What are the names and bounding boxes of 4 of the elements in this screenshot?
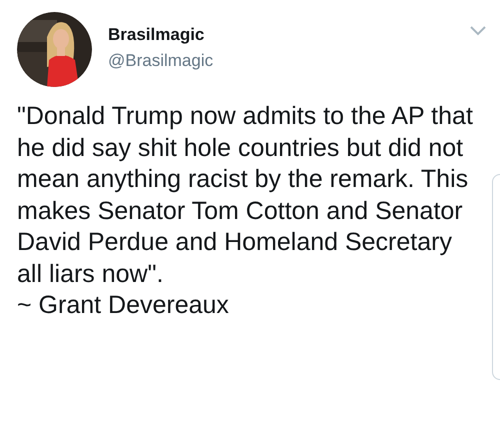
chevron-down-icon[interactable]: [470, 26, 486, 36]
tweet-text: "Donald Trump now admits to the AP that he did say shit hole countries but did not mean anything racist by the remark. This makes Senator Tom Cotton and Senator David Perdue and Homeland Secretary all liars now". ~ Grant Devereaux: [17, 101, 474, 321]
display-name[interactable]: Brasilmagic: [108, 24, 214, 44]
user-handle[interactable]: @Brasilmagic: [108, 50, 214, 70]
